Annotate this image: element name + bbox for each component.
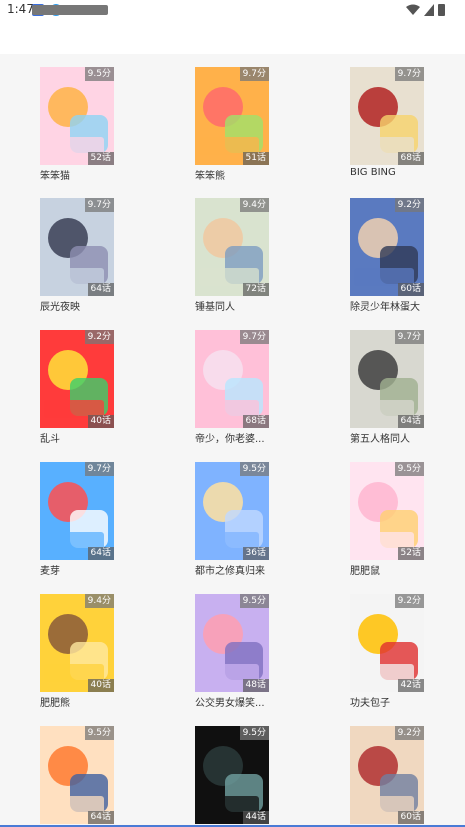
comic-cover[interactable] <box>350 67 424 165</box>
comic-title: 笨笨猫 <box>40 171 70 182</box>
episode-count-badge: 51话 <box>242 152 269 165</box>
comic-cover[interactable] <box>195 330 269 428</box>
comic-card[interactable]: 9.7分 68话帝少，你老婆... <box>195 330 271 450</box>
comic-title: 功夫包子 <box>350 698 390 709</box>
comic-cover[interactable] <box>350 462 424 560</box>
episode-count-badge: 68话 <box>397 152 424 165</box>
comic-card[interactable]: 9.2分 60话 <box>350 726 426 827</box>
comic-card[interactable]: 9.5分 44话 <box>195 726 271 827</box>
episode-count-badge: 60话 <box>397 283 424 296</box>
comic-title: 笨笨熊 <box>195 171 225 182</box>
comic-cover[interactable] <box>195 462 269 560</box>
comic-card[interactable]: 9.7分 64话麦芽 <box>40 462 116 582</box>
comic-cover[interactable] <box>40 198 114 296</box>
episode-count-badge: 60话 <box>397 811 424 824</box>
system-icons <box>406 4 445 16</box>
score-badge: 9.5分 <box>394 462 424 476</box>
episode-count-badge: 40话 <box>87 679 114 692</box>
comic-title: 乱斗 <box>40 434 60 445</box>
comic-cover[interactable] <box>195 198 269 296</box>
comic-card[interactable]: 9.2分 60话除灵少年林蛋大 <box>350 198 426 318</box>
score-badge: 9.5分 <box>239 462 269 476</box>
score-badge: 9.7分 <box>84 462 114 476</box>
status-bar: 1:47 <box>0 0 465 20</box>
comic-card[interactable]: 9.5分 52话笨笨猫 <box>40 67 116 187</box>
comic-cover[interactable] <box>40 594 114 692</box>
score-badge: 9.7分 <box>84 198 114 212</box>
episode-count-badge: 72话 <box>242 283 269 296</box>
score-badge: 9.2分 <box>394 726 424 740</box>
score-badge: 9.4分 <box>84 594 114 608</box>
score-badge: 9.4分 <box>239 198 269 212</box>
wifi-icon <box>406 4 420 15</box>
comic-title: 肥肥鼠 <box>350 566 380 577</box>
signal-icon <box>424 4 434 16</box>
score-badge: 9.5分 <box>239 726 269 740</box>
score-badge: 9.2分 <box>394 198 424 212</box>
top-toolbar <box>0 20 465 54</box>
comic-list[interactable]: 9.5分 52话 笨笨猫 9.7分 51话 笨笨熊 9.7分 68话 BIG BING 9.7分 6… <box>0 54 465 827</box>
comic-title: 肥肥熊 <box>40 698 70 709</box>
comic-cover[interactable] <box>350 330 424 428</box>
comic-title: BIG BING <box>350 167 396 178</box>
comic-title: 除灵少年林蛋大 <box>350 302 420 313</box>
comic-card[interactable]: 9.7分 64话第五人格同人 <box>350 330 426 450</box>
comic-title: 帝少，你老婆... <box>195 434 265 445</box>
score-badge: 9.2分 <box>84 330 114 344</box>
comic-card[interactable]: 9.2分 40话乱斗 <box>40 330 116 450</box>
comic-cover[interactable] <box>40 67 114 165</box>
comic-cover[interactable] <box>350 726 424 824</box>
comic-title: 公交男女爆笑... <box>195 698 265 709</box>
comic-title: 麦芽 <box>40 566 60 577</box>
notification-icons <box>32 4 108 16</box>
comic-title: 第五人格同人 <box>350 434 410 445</box>
comic-cover[interactable] <box>40 462 114 560</box>
score-badge: 9.7分 <box>239 330 269 344</box>
score-badge: 9.5分 <box>84 726 114 740</box>
comic-card[interactable]: 9.4分 40话肥肥熊 <box>40 594 116 714</box>
comic-card[interactable]: 9.2分 42话 功夫包子 <box>350 594 426 714</box>
score-badge: 9.7分 <box>394 67 424 81</box>
comic-title: 锤基同人 <box>195 302 235 313</box>
comic-card[interactable]: 9.4分 72话 锤基同人 <box>195 198 271 318</box>
episode-count-badge: 64话 <box>87 283 114 296</box>
comic-title: 辰光夜映 <box>40 302 80 313</box>
episode-count-badge: 64话 <box>87 547 114 560</box>
episode-count-badge: 52话 <box>87 152 114 165</box>
episode-count-badge: 48话 <box>242 679 269 692</box>
episode-count-badge: 40话 <box>87 415 114 428</box>
comic-title: 都市之修真归来 <box>195 566 265 577</box>
comic-cover[interactable] <box>350 594 424 692</box>
comic-card[interactable]: 9.7分 51话笨笨熊 <box>195 67 271 187</box>
status-time: 1:47 <box>7 2 34 16</box>
comic-card[interactable]: 9.7分 68话 BIG BING <box>350 67 426 187</box>
comic-cover[interactable] <box>195 726 269 824</box>
episode-count-badge: 42话 <box>397 679 424 692</box>
score-badge: 9.2分 <box>394 594 424 608</box>
battery-icon <box>438 4 445 16</box>
score-badge: 9.5分 <box>84 67 114 81</box>
comic-cover[interactable] <box>40 330 114 428</box>
card-icon <box>32 5 108 15</box>
comic-card[interactable]: 9.5分 52话肥肥鼠 <box>350 462 426 582</box>
comic-card[interactable]: 9.7分 64话 辰光夜映 <box>40 198 116 318</box>
comic-card[interactable]: 9.5分 64话 <box>40 726 116 827</box>
episode-count-badge: 36话 <box>242 547 269 560</box>
comic-card[interactable]: 9.5分 36话都市之修真归来 <box>195 462 271 582</box>
comic-cover[interactable] <box>350 198 424 296</box>
episode-count-badge: 64话 <box>397 415 424 428</box>
episode-count-badge: 64话 <box>87 811 114 824</box>
episode-count-badge: 44话 <box>242 811 269 824</box>
comic-cover[interactable] <box>195 67 269 165</box>
comic-cover[interactable] <box>195 594 269 692</box>
score-badge: 9.7分 <box>239 67 269 81</box>
episode-count-badge: 68话 <box>242 415 269 428</box>
comic-cover[interactable] <box>40 726 114 824</box>
score-badge: 9.7分 <box>394 330 424 344</box>
comic-card[interactable]: 9.5分 48话公交男女爆笑... <box>195 594 271 714</box>
episode-count-badge: 52话 <box>397 547 424 560</box>
score-badge: 9.5分 <box>239 594 269 608</box>
